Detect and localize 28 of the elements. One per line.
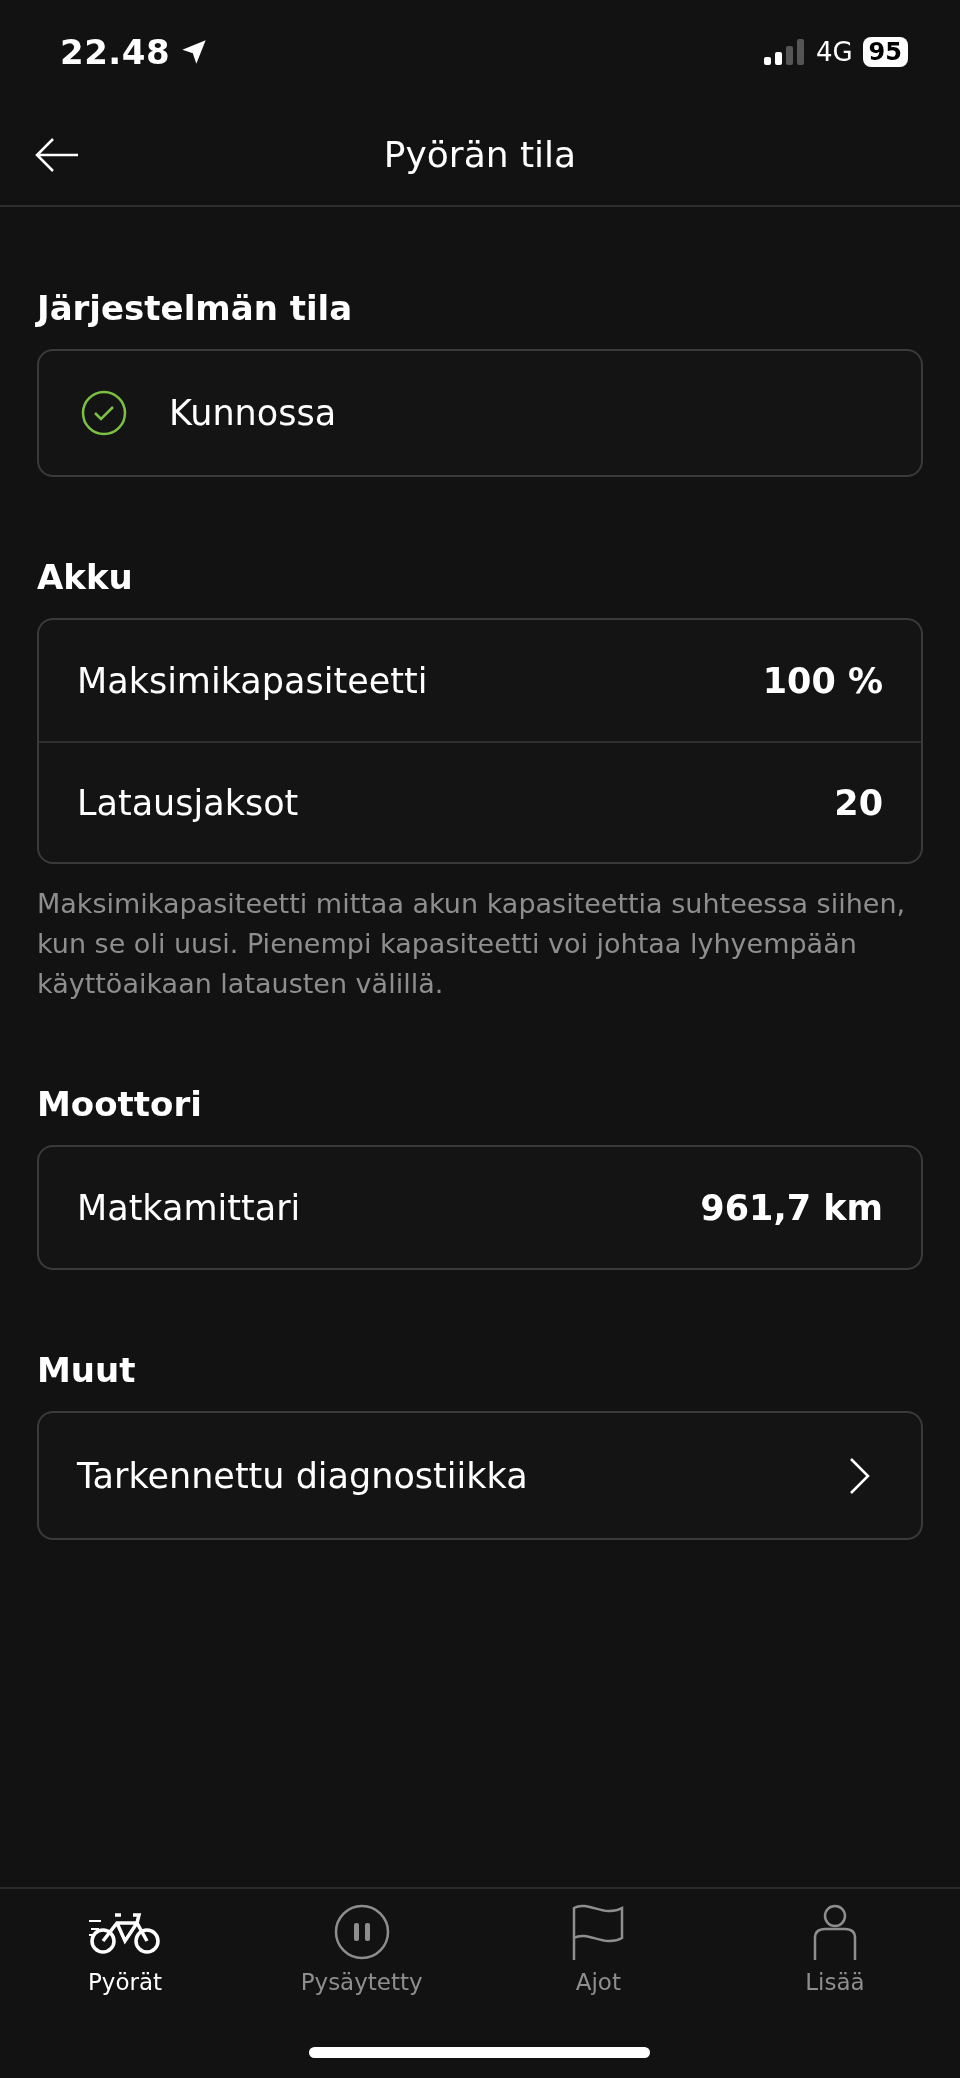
tab-item[interactable]: Ajot	[513, 1903, 684, 1995]
tab-item[interactable]: Pyörät	[40, 1903, 210, 1995]
row-value: 20	[834, 782, 883, 823]
section-heading: Muut	[37, 1349, 137, 1392]
screen-title: Pyörän tila	[383, 134, 577, 175]
location-arrow-icon	[180, 38, 209, 66]
section-heading: Akku	[37, 556, 134, 599]
signal-icon	[763, 39, 806, 65]
pause-circle-icon	[333, 1904, 390, 1960]
section-heading: Järjestelmän tila	[37, 287, 354, 330]
status-label: Kunnossa	[169, 393, 337, 433]
section-heading: Moottori	[37, 1083, 203, 1126]
network-label: 4G	[815, 37, 853, 67]
row-label: Latausjaksot	[77, 782, 299, 823]
check-circle-icon	[81, 390, 127, 436]
row-value: 100 %	[762, 660, 883, 701]
tab-item[interactable]: Lisää	[749, 1903, 920, 1995]
person-icon	[812, 1904, 857, 1960]
chevron-right-icon	[849, 1456, 871, 1495]
battery-level: 95	[862, 37, 908, 67]
clock-time: 22.48	[60, 32, 171, 72]
row-label: Matkamittari	[77, 1187, 301, 1228]
diagnostics-link-row[interactable]: Tarkennettu diagnostiikka	[39, 1413, 921, 1538]
row-value: 961,7 km	[700, 1187, 883, 1228]
tab-item[interactable]: Pysäytetty	[276, 1903, 447, 1995]
flag-icon	[572, 1904, 625, 1960]
note-text: Maksimikapasiteetti mittaa akun kapasiteettia suhteessa siihen, kun se oli uusi. Pienempi kapasiteetti voi johtaa lyhyempään käyttöaikaan latausten välillä.	[37, 887, 907, 1001]
row-label: Maksimikapasiteetti	[77, 660, 428, 701]
